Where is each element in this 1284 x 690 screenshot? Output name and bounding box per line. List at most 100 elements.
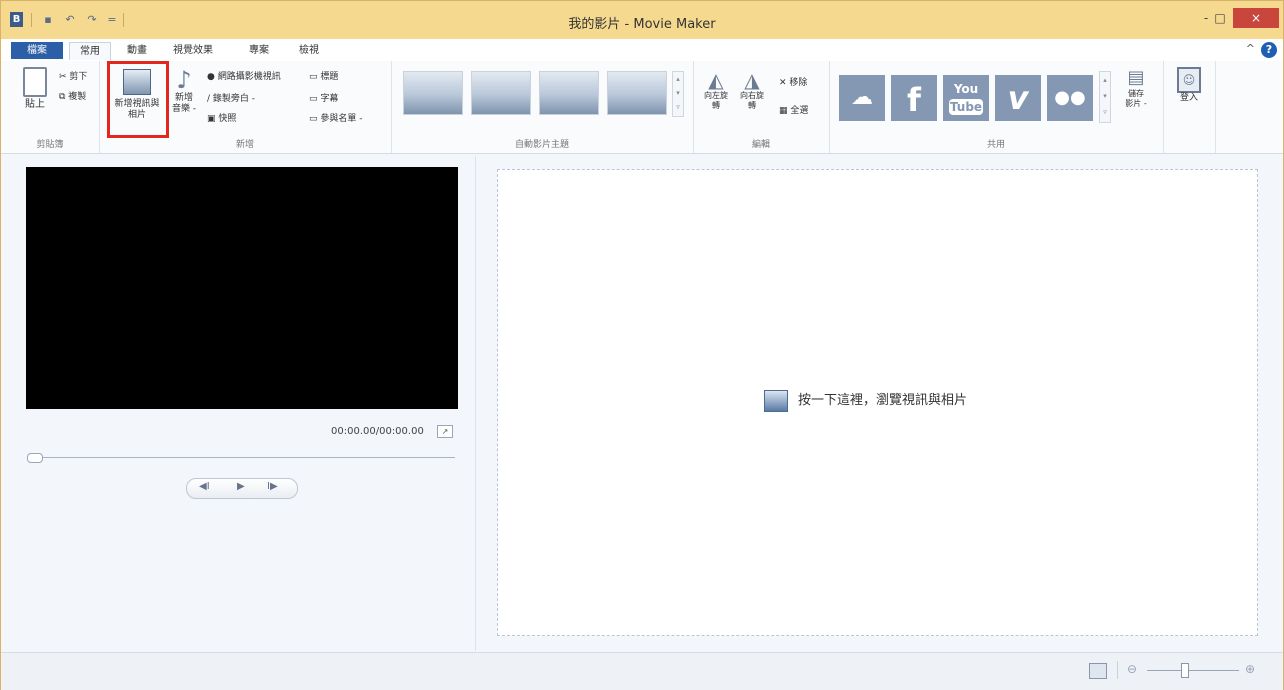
music-note-icon: ♪: [176, 66, 192, 94]
movie-maker-window: B ▪ ↶ ↷ = 我的影片 - Movie Maker - □ × 檔案 常用…: [0, 0, 1284, 690]
onedrive-icon[interactable]: ☁: [839, 75, 885, 121]
caption-button[interactable]: ▭ 字幕: [309, 91, 338, 104]
paste-button[interactable]: 貼上: [23, 67, 47, 111]
clipboard-group-label: 剪貼簿: [36, 140, 64, 150]
tab-animations[interactable]: 動畫: [119, 42, 155, 59]
seek-track[interactable]: [27, 457, 455, 458]
timecode: 00:00.00/00:00.00: [331, 426, 424, 437]
highlight-box: [107, 61, 169, 138]
ribbon-tabs: 檔案 常用 動畫 視覺效果 專案 檢視 ^ ?: [1, 39, 1283, 61]
rotate-right-icon: ◮: [744, 68, 760, 92]
photo-film-icon: [764, 389, 788, 412]
sign-in-icon: ☺: [1177, 67, 1201, 93]
sign-in-button[interactable]: ☺ 登入: [1173, 67, 1205, 104]
tab-visual-effects[interactable]: 視覺效果: [167, 42, 219, 59]
rotate-right-label: 向右旋轉: [740, 91, 764, 110]
fullscreen-preview-icon[interactable]: ↗: [437, 425, 453, 438]
facebook-icon[interactable]: f: [891, 75, 937, 121]
tab-view[interactable]: 檢視: [291, 42, 327, 59]
signin-group: ☺ 登入: [1163, 61, 1216, 153]
browse-hint-text: 按一下這裡，瀏覽視訊與相片: [798, 393, 968, 408]
select-all-icon: ▦: [779, 106, 791, 116]
clipboard-group: 貼上 ✂ 剪下 ⧉ 複製 剪貼簿: [1, 61, 100, 153]
webcam-label: 網路攝影機視訊: [217, 72, 281, 82]
ribbon: 貼上 ✂ 剪下 ⧉ 複製 剪貼簿 新增視訊與相片 ♪ 新增 音樂 - ● 網路攝…: [1, 61, 1283, 154]
editing-group: ◭ 向左旋轉 ◮ 向右旋轉 ✕ 移除 ▦ 全選 編輯: [693, 61, 830, 153]
title-icon: ▭: [309, 72, 321, 82]
play-button[interactable]: ▶: [237, 481, 245, 492]
title-bar: B ▪ ↶ ↷ = 我的影片 - Movie Maker - □ ×: [1, 1, 1283, 39]
rotate-left-icon: ◭: [708, 68, 724, 92]
preview-monitor[interactable]: [26, 167, 458, 409]
theme-thumbnail[interactable]: [471, 71, 531, 115]
previous-frame-button[interactable]: ◀I: [199, 481, 210, 492]
title-label: 標題: [320, 72, 339, 82]
save-movie-button[interactable]: ▤ 儲存 影片 -: [1119, 67, 1153, 109]
themes-gallery-scroll[interactable]: ▴ ▾ ▿: [672, 71, 684, 117]
theme-thumbnail[interactable]: [607, 71, 667, 115]
help-icon[interactable]: ?: [1261, 42, 1277, 58]
caption-label: 字幕: [320, 94, 339, 104]
youtube-icon[interactable]: You Tube: [943, 75, 989, 121]
credits-label: 參與名單 -: [320, 114, 363, 124]
vimeo-icon[interactable]: v: [995, 75, 1041, 121]
tab-project[interactable]: 專案: [241, 42, 277, 59]
rotate-right-button[interactable]: ◮ 向右旋轉: [737, 69, 767, 111]
remove-label: 移除: [789, 78, 808, 88]
zoom-out-icon[interactable]: ⊖: [1127, 662, 1137, 676]
ribbon-collapse-icon[interactable]: ^: [1246, 42, 1255, 55]
select-all-button[interactable]: ▦ 全選: [779, 103, 808, 116]
tab-home[interactable]: 常用: [69, 42, 111, 60]
share-group-label: 共用: [986, 140, 1005, 150]
select-all-label: 全選: [790, 106, 809, 116]
editing-group-label: 編輯: [751, 140, 770, 150]
narration-button[interactable]: / 錄製旁白 -: [207, 91, 255, 104]
cut-button[interactable]: ✂ 剪下: [59, 69, 87, 82]
copy-button[interactable]: ⧉ 複製: [59, 89, 86, 102]
flickr-icon[interactable]: ●●: [1047, 75, 1093, 121]
autothemes-group: ▴ ▾ ▿ 自動影片主題: [391, 61, 694, 153]
youtube-top-text: You: [953, 82, 979, 96]
credits-icon: ▭: [309, 114, 321, 124]
next-frame-button[interactable]: I▶: [267, 481, 278, 492]
close-button[interactable]: ×: [1233, 8, 1279, 28]
tab-file[interactable]: 檔案: [11, 42, 63, 59]
status-separator: [1117, 661, 1118, 679]
credits-button[interactable]: ▭ 參與名單 -: [309, 111, 362, 124]
status-bar: ⊖ ⊕: [1, 652, 1283, 690]
pane-splitter[interactable]: [475, 156, 476, 651]
autothemes-group-label: 自動影片主題: [514, 140, 569, 150]
add-group-label: 新增: [235, 140, 254, 150]
save-movie-label-1: 儲存: [1128, 89, 1144, 98]
zoom-slider-track[interactable]: [1147, 670, 1239, 671]
cut-icon: ✂: [59, 72, 70, 82]
cut-label: 剪下: [69, 72, 88, 82]
snapshot-icon: ▣: [207, 114, 219, 124]
youtube-bottom-text: Tube: [949, 99, 983, 115]
window-title: 我的影片 - Movie Maker: [568, 17, 716, 32]
remove-button[interactable]: ✕ 移除: [779, 75, 807, 88]
zoom-in-icon[interactable]: ⊕: [1245, 662, 1255, 676]
title-button[interactable]: ▭ 標題: [309, 69, 338, 82]
webcam-button[interactable]: ● 網路攝影機視訊: [207, 69, 281, 82]
paste-label: 貼上: [25, 99, 45, 110]
zoom-slider-handle[interactable]: [1181, 663, 1189, 678]
sign-in-label: 登入: [1179, 93, 1198, 103]
theme-thumbnail[interactable]: [403, 71, 463, 115]
theme-thumbnail[interactable]: [539, 71, 599, 115]
seek-handle[interactable]: [27, 453, 43, 463]
add-music-label-2: 音樂 -: [171, 104, 197, 114]
rotate-left-button[interactable]: ◭ 向左旋轉: [701, 69, 731, 111]
remove-icon: ✕: [779, 78, 790, 88]
narration-label: 錄製旁白 -: [212, 94, 256, 104]
maximize-button[interactable]: □: [1207, 8, 1233, 28]
snapshot-button[interactable]: ▣ 快照: [207, 111, 236, 124]
rotate-left-label: 向左旋轉: [704, 91, 728, 110]
share-gallery-scroll[interactable]: ▴ ▾ ▿: [1099, 71, 1111, 123]
share-group: ☁ f You Tube v ●● ▴ ▾ ▿ ▤ 儲存 影片 - 共用: [829, 61, 1164, 153]
paste-icon: [23, 67, 47, 97]
browse-hint[interactable]: 按一下這裡，瀏覽視訊與相片: [764, 389, 967, 412]
snapshot-label: 快照: [218, 114, 237, 124]
add-music-button[interactable]: ♪ 新增 音樂 -: [169, 67, 199, 133]
thumbnail-size-icon[interactable]: [1089, 663, 1107, 679]
